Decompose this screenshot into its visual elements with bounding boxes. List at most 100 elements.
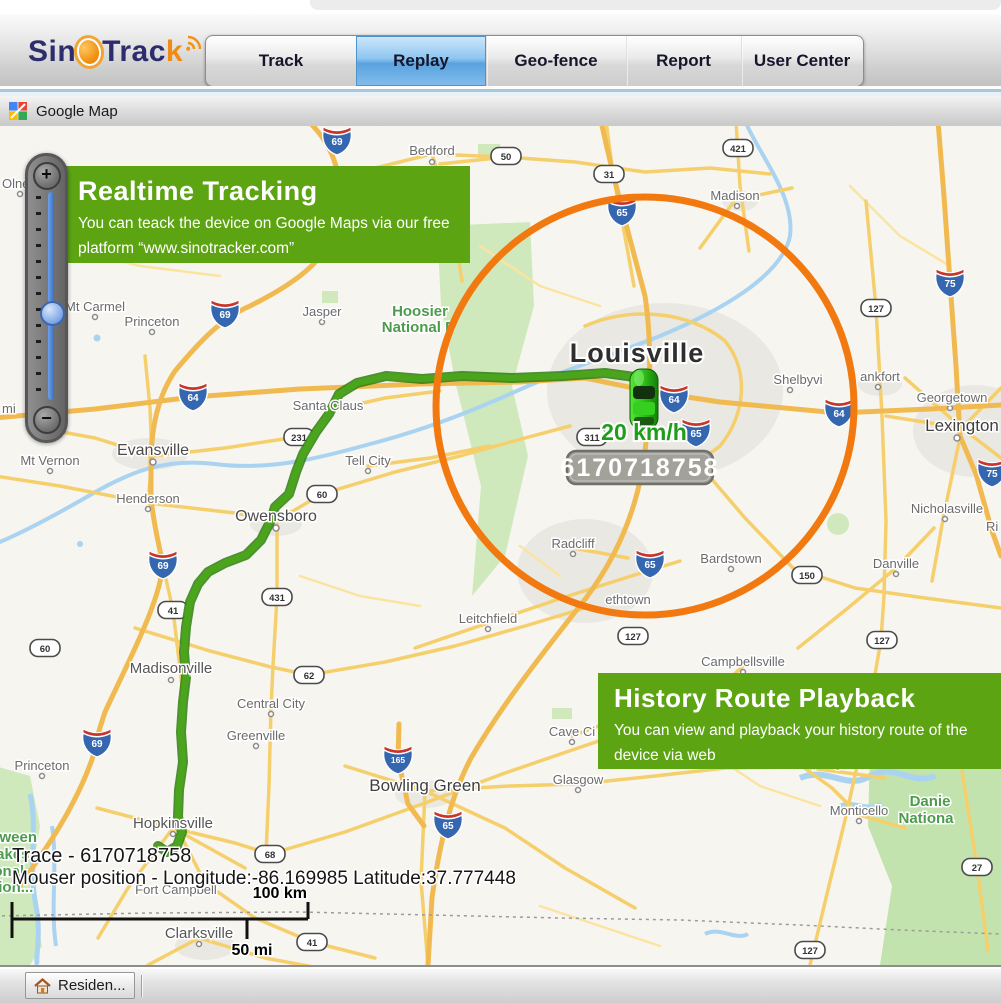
shield-label: 68: [265, 850, 276, 861]
history-banner-line2: device via web: [614, 745, 985, 767]
city-label: Glasgow: [553, 772, 604, 787]
shield-label: 75: [986, 469, 998, 480]
city-label: Danville: [873, 556, 919, 571]
city-label: Lexington: [925, 416, 999, 435]
header-divider: [0, 86, 1001, 96]
home-icon: [34, 978, 51, 994]
shield-label: 69: [331, 137, 343, 148]
city-label: Ri: [986, 519, 998, 534]
shield-label: 65: [442, 821, 454, 832]
main-nav: Track Replay Geo-fence Report User Cente…: [205, 35, 864, 87]
city-label: Mt Carmel: [65, 299, 125, 314]
signal-icon: [185, 34, 203, 52]
browser-top-strip: [0, 0, 1001, 14]
shield-label: 127: [868, 304, 884, 315]
shield-label: 64: [187, 393, 199, 404]
tab-replay[interactable]: Replay: [356, 36, 486, 86]
city-label: Santa Claus: [293, 398, 364, 413]
device-id-plate: 6170718758: [560, 451, 719, 484]
city-label: Cave Ci: [549, 724, 595, 739]
city-label: Greenville: [227, 728, 286, 743]
logo-text-trac: Trac: [102, 35, 166, 69]
city-label: Mt Vernon: [20, 453, 79, 468]
city-label: Bowling Green: [369, 776, 481, 795]
trace-status: Trace - 6170718758: [12, 845, 191, 867]
city-label: Madisonville: [130, 660, 213, 677]
browser-tab-shadow: [310, 0, 1001, 10]
shield-label: 69: [157, 561, 169, 572]
tab-track[interactable]: Track: [206, 36, 356, 86]
history-playback-banner: History Route Playback You can view and …: [598, 673, 1001, 769]
realtime-tracking-banner: Realtime Tracking You can teack the devi…: [62, 166, 470, 263]
city-label: Evansville: [117, 442, 189, 459]
city-label: Henderson: [116, 491, 180, 506]
city-label: Radcliff: [551, 536, 595, 551]
shield-label: 127: [874, 636, 890, 647]
shield-label: 65: [644, 560, 656, 571]
tab-report[interactable]: Report: [626, 36, 741, 86]
city-label: Clarksville: [165, 925, 233, 942]
google-maps-icon: [9, 102, 27, 120]
city-label: Monticello: [830, 803, 889, 818]
shield-label: 64: [668, 395, 680, 406]
zoom-out-button[interactable]: −: [33, 406, 61, 434]
shield-label: 431: [269, 593, 286, 604]
city-label: Madison: [710, 188, 759, 203]
zoom-tick-marks: [36, 196, 41, 396]
map-type-label: Google Map: [36, 103, 118, 120]
shield-label: 127: [625, 632, 641, 643]
shield-label: 50: [501, 152, 512, 163]
logo-globe-icon: [75, 36, 104, 68]
logo-text-k: k: [166, 35, 183, 69]
shield-label: 64: [833, 409, 845, 420]
city-label: Bardstown: [700, 551, 761, 566]
city-label: ankfort: [860, 369, 900, 384]
history-banner-line1: You can view and playback your history r…: [614, 720, 985, 742]
logo-text-sin: Sin: [28, 35, 76, 69]
shield-label: 60: [317, 490, 328, 501]
city-label: mi: [2, 401, 16, 416]
forest-label: Hoosier: [392, 303, 448, 320]
zoom-slider-track[interactable]: [48, 192, 54, 400]
city-label: Central City: [237, 696, 305, 711]
scale-mi-label: 50 mi: [232, 942, 273, 959]
forest-label: Nationa: [898, 810, 954, 827]
zoom-slider-handle[interactable]: [40, 301, 65, 326]
shield-label: 150: [799, 571, 815, 582]
shield-label: 31: [604, 170, 615, 181]
taskbar: Residen...: [0, 965, 1001, 1003]
shield-label: 75: [944, 279, 956, 290]
city-label: Princeton: [15, 758, 70, 773]
device-id-label: 6170718758: [560, 454, 719, 482]
shield-label: 60: [40, 644, 51, 655]
city-label: Shelbyvi: [773, 372, 822, 387]
sinotrack-logo: Sin Track: [28, 30, 203, 74]
city-label: Tell City: [345, 453, 391, 468]
speed-label: 20 km/h: [601, 419, 687, 445]
city-label: Nicholasville: [911, 501, 983, 516]
city-label: Bedford: [409, 143, 455, 158]
shield-label: 127: [802, 946, 818, 957]
app-header: Sin Track Track Replay Geo-fence Report U…: [0, 14, 1001, 87]
zoom-in-button[interactable]: +: [33, 162, 61, 190]
zoom-slider[interactable]: + −: [25, 153, 68, 443]
shield-label: 27: [972, 863, 983, 874]
city-label: ethtown: [605, 592, 651, 607]
forest-label: Danie: [910, 793, 951, 810]
map-type-bar: Google Map: [0, 96, 1001, 127]
history-banner-title: History Route Playback: [614, 683, 985, 714]
shield-label: 62: [304, 671, 315, 682]
realtime-banner-line1: You can teack the device on Google Maps …: [78, 213, 454, 235]
city-label: Princeton: [125, 314, 180, 329]
tab-user-center[interactable]: User Center: [741, 36, 863, 86]
city-label: Jasper: [302, 304, 342, 319]
city-label: Louisville: [570, 338, 705, 368]
taskbar-tab-residen[interactable]: Residen...: [25, 972, 135, 999]
shield-label: 165: [391, 755, 405, 765]
city-label: Campbellsville: [701, 654, 785, 669]
taskbar-separator: [141, 975, 142, 997]
shield-label: 41: [168, 606, 179, 617]
shield-label: 311: [584, 433, 600, 444]
city-label: Georgetown: [917, 390, 988, 405]
tab-geofence[interactable]: Geo-fence: [486, 36, 626, 86]
